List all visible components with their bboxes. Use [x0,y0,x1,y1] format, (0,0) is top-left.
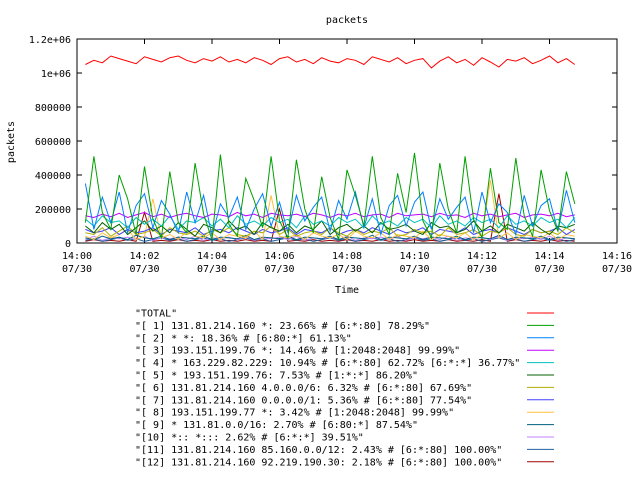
x-tick-label-date: 07/30 [534,264,564,275]
legend-label: "[ 8] 193.151.199.77 *: 3.42% # [1:2048:… [135,408,454,419]
legend: "TOTAL""[ 1] 131.81.214.160 *: 23.66% # … [135,309,554,468]
chart: packets packets Time 0 200000 400000 600000… [6,15,632,468]
y-tick-label: 1e+06 [41,69,71,80]
legend-label: "[10] *:: *::: 2.62% # [6:*:*] 39.51%" [135,433,364,444]
x-axis-label: Time [335,285,359,296]
x-tick-label-time: 14:10 [399,251,429,262]
legend-label: "[ 2] * *: 18.36% # [6:80:*] 61.13%" [135,333,352,344]
series-lines [84,55,576,242]
x-tick-label-time: 14:06 [264,251,294,262]
x-tick-label-time: 14:08 [332,251,362,262]
y-tick-label: 200000 [35,205,71,216]
x-tick-label-date: 07/30 [467,264,497,275]
legend-label: "[ 5] * 193.151.199.76: 7.53% # [1:*:*] … [135,371,418,382]
x-tick-label-date: 07/30 [399,264,429,275]
legend-label: "[12] 131.81.214.160 92.219.190.30: 2.18… [135,457,502,468]
x-tick-label-time: 14:02 [129,251,159,262]
y-tick-label: 600000 [35,137,71,148]
y-tick-label: 1.2e+06 [29,35,71,46]
y-axis-label: packets [6,121,17,163]
legend-label: "[ 3] 193.151.199.76 *: 14.46% # [1:2048… [135,346,460,357]
legend-label: "[ 4] * 163.229.82.229: 10.94% # [6:*:80… [135,358,520,369]
x-tick-label-time: 14:12 [467,251,497,262]
legend-label: "[ 6] 131.81.214.160 4.0.0.0/6: 6.32% # … [135,383,472,394]
y-axis-ticks: 0 200000 400000 600000 800000 1e+06 1.2e+06 [29,35,617,250]
x-tick-label-time: 14:16 [602,251,632,262]
x-tick-label-date: 07/30 [332,264,362,275]
legend-label: "[11] 131.81.214.160 85.160.0.0/12: 2.43… [135,445,502,456]
series-line-0 [85,55,576,69]
x-tick-label-date: 07/30 [264,264,294,275]
x-tick-label-date: 07/30 [602,264,632,275]
legend-label: "[ 1] 131.81.214.160 *: 23.66% # [6:*:80… [135,321,430,332]
y-tick-label: 0 [65,239,71,250]
legend-label: "[ 7] 131.81.214.160 0.0.0.0/1: 5.36% # … [135,395,472,406]
x-tick-label-date: 07/30 [197,264,227,275]
x-tick-label-date: 07/30 [62,264,92,275]
legend-label: "TOTAL" [135,309,177,320]
x-tick-label-time: 14:00 [62,251,92,262]
y-tick-label: 400000 [35,171,71,182]
legend-label: "[ 9] * 131.81.0.0/16: 2.70% # [6:80:*] … [135,420,418,431]
y-tick-label: 800000 [35,103,71,114]
chart-title: packets [326,15,368,26]
x-tick-label-time: 14:04 [197,251,227,262]
x-tick-label-date: 07/30 [129,264,159,275]
x-tick-label-time: 14:14 [534,251,564,262]
